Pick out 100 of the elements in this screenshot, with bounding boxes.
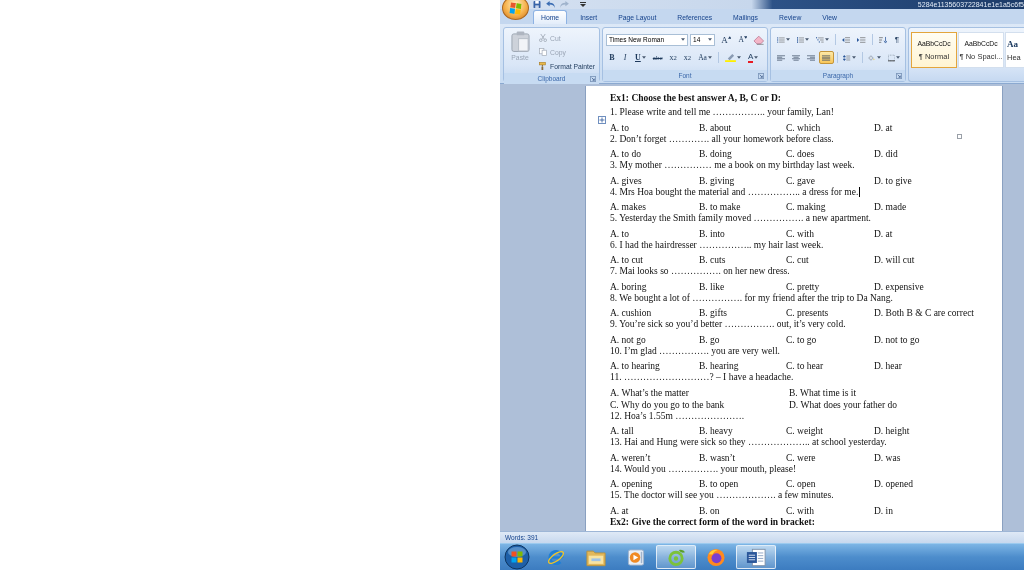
dropdown-caret-icon [708,38,713,41]
answer-option: B. wasn’t [699,452,786,464]
bold-button[interactable]: B [606,51,618,64]
increase-indent-icon [857,35,866,44]
answer-option: A. cushion [610,308,699,319]
answer-option: B. doing [699,149,786,160]
answer-option: C. were [786,452,874,464]
answer-option: B. giving [699,175,786,187]
multilevel-list-icon [816,35,824,44]
answer-option: A. boring [610,281,699,293]
answer-option: C. cut [786,255,874,266]
line-spacing-icon [843,53,851,62]
dialog-launcher-icon[interactable] [758,72,764,79]
answer-option: B. like [699,281,786,293]
question-text: 13. Hai and Hung were sick so they ……………….. at school yesterday. [610,437,887,448]
answer-option: B. What time is it [789,387,994,399]
highlighter-icon [724,53,736,62]
answer-option: D. in [874,505,994,517]
answer-option: D. Both B & C are correct [874,308,994,319]
answer-option: D. opened [874,479,994,490]
justify-icon [822,53,831,62]
ring-logo-icon [666,547,686,567]
question-text: 15. The doctor will see you ………………. a few minutes. [610,490,834,501]
question-text: 4. Mrs Hoa bought the material and …………….. a dress for me. [610,186,859,198]
redo-icon[interactable] [560,1,569,8]
font-color-button[interactable]: A [744,51,762,64]
browser-icon [546,547,566,567]
question-text: 5. Yesterday the Smith family moved ……………. a new apartment. [610,213,871,224]
answer-option: B. on [699,505,786,517]
answer-option: D. at [874,122,994,134]
answer-option: A. to cut [610,255,699,266]
italic-button[interactable]: I [619,51,631,64]
answer-option: C. does [786,149,874,160]
answer-option: A. to hearing [610,361,699,372]
justify-button[interactable] [819,51,834,64]
question-text: 3. My mother …………… me a book on my birthday last week. [610,160,855,171]
answer-option: C. Why do you go to the bank [610,399,789,411]
dropdown-caret-icon [754,56,759,59]
document-icon [746,547,766,567]
answer-option: C. making [786,202,874,213]
dialog-launcher-icon[interactable] [896,72,902,79]
align-left-icon [777,53,786,62]
answer-option: C. to hear [786,361,874,372]
table-resize-handle-icon[interactable] [957,133,962,139]
answer-option: B. to make [699,202,786,213]
answer-option: C. with [786,228,874,240]
exercise-heading: Ex2: Give the correct form of the word in bracket: [610,516,816,528]
answer-option: A. What’s the matter [610,387,789,399]
question-text: 6. I had the hairdresser …………….. my hair last week. [610,239,824,251]
answer-option: A. weren’t [610,452,699,464]
dropdown-caret-icon [641,56,646,59]
play-icon [626,547,646,567]
dropdown-caret-icon [805,38,810,41]
clipboard-icon [510,31,530,52]
answer-option: B. about [699,122,786,134]
exercise-heading: Ex1: Choose the best answer A, B, C or D: [610,93,782,104]
answer-option: B. hearing [699,361,786,372]
paintbrush-icon [539,62,548,70]
answer-option: B. gifts [699,308,786,319]
answer-option: B. to open [699,479,786,490]
align-center-icon [792,53,801,62]
answer-option: C. to go [786,334,874,346]
dropdown-caret-icon [707,56,712,59]
answer-option: B. heavy [699,426,786,437]
squares-logo-icon [509,1,522,15]
align-right-icon [807,53,816,62]
dropdown-caret-icon [851,56,856,59]
answer-option: B. go [699,334,786,346]
folder-icon [586,547,606,567]
border-icon [887,53,895,62]
answer-option: A. to [610,228,699,240]
undo-icon[interactable] [546,1,555,8]
bullet-list-icon [777,35,785,44]
show-marks-button[interactable]: ¶ [890,33,903,46]
underline-button[interactable]: U [632,51,649,64]
eraser-icon[interactable] [753,34,765,45]
answer-option: A. tall [610,426,699,437]
grow-font-button[interactable]: A [718,33,735,46]
question-text: 2. Don’t forget …………. all your homework before class. [610,133,834,145]
answer-option: B. cuts [699,255,786,266]
dropdown-caret-icon [681,38,686,41]
dropdown-caret-icon [736,56,741,59]
numbered-list-icon [796,35,805,44]
down-caret-icon [743,36,748,39]
answer-option: D. will cut [874,255,994,266]
answer-option: D. at [874,228,994,240]
scissors-icon [539,34,548,42]
style-preview: Aa [1007,38,1018,49]
customize-caret-icon[interactable] [580,1,586,8]
save-icon[interactable] [533,1,541,8]
answer-option: D. expensive [874,281,994,293]
answer-option: B. into [699,228,786,240]
up-caret-icon [727,36,732,39]
dialog-launcher-icon[interactable] [590,75,596,82]
taskbar-button[interactable] [736,545,776,569]
answer-option: C. open [786,479,874,490]
question-text: 12. Hoa’s 1.55m …………………. [610,410,745,422]
table-move-handle-icon[interactable] [598,115,606,124]
answer-option: C. weight [786,426,874,437]
start-button[interactable] [503,544,531,570]
